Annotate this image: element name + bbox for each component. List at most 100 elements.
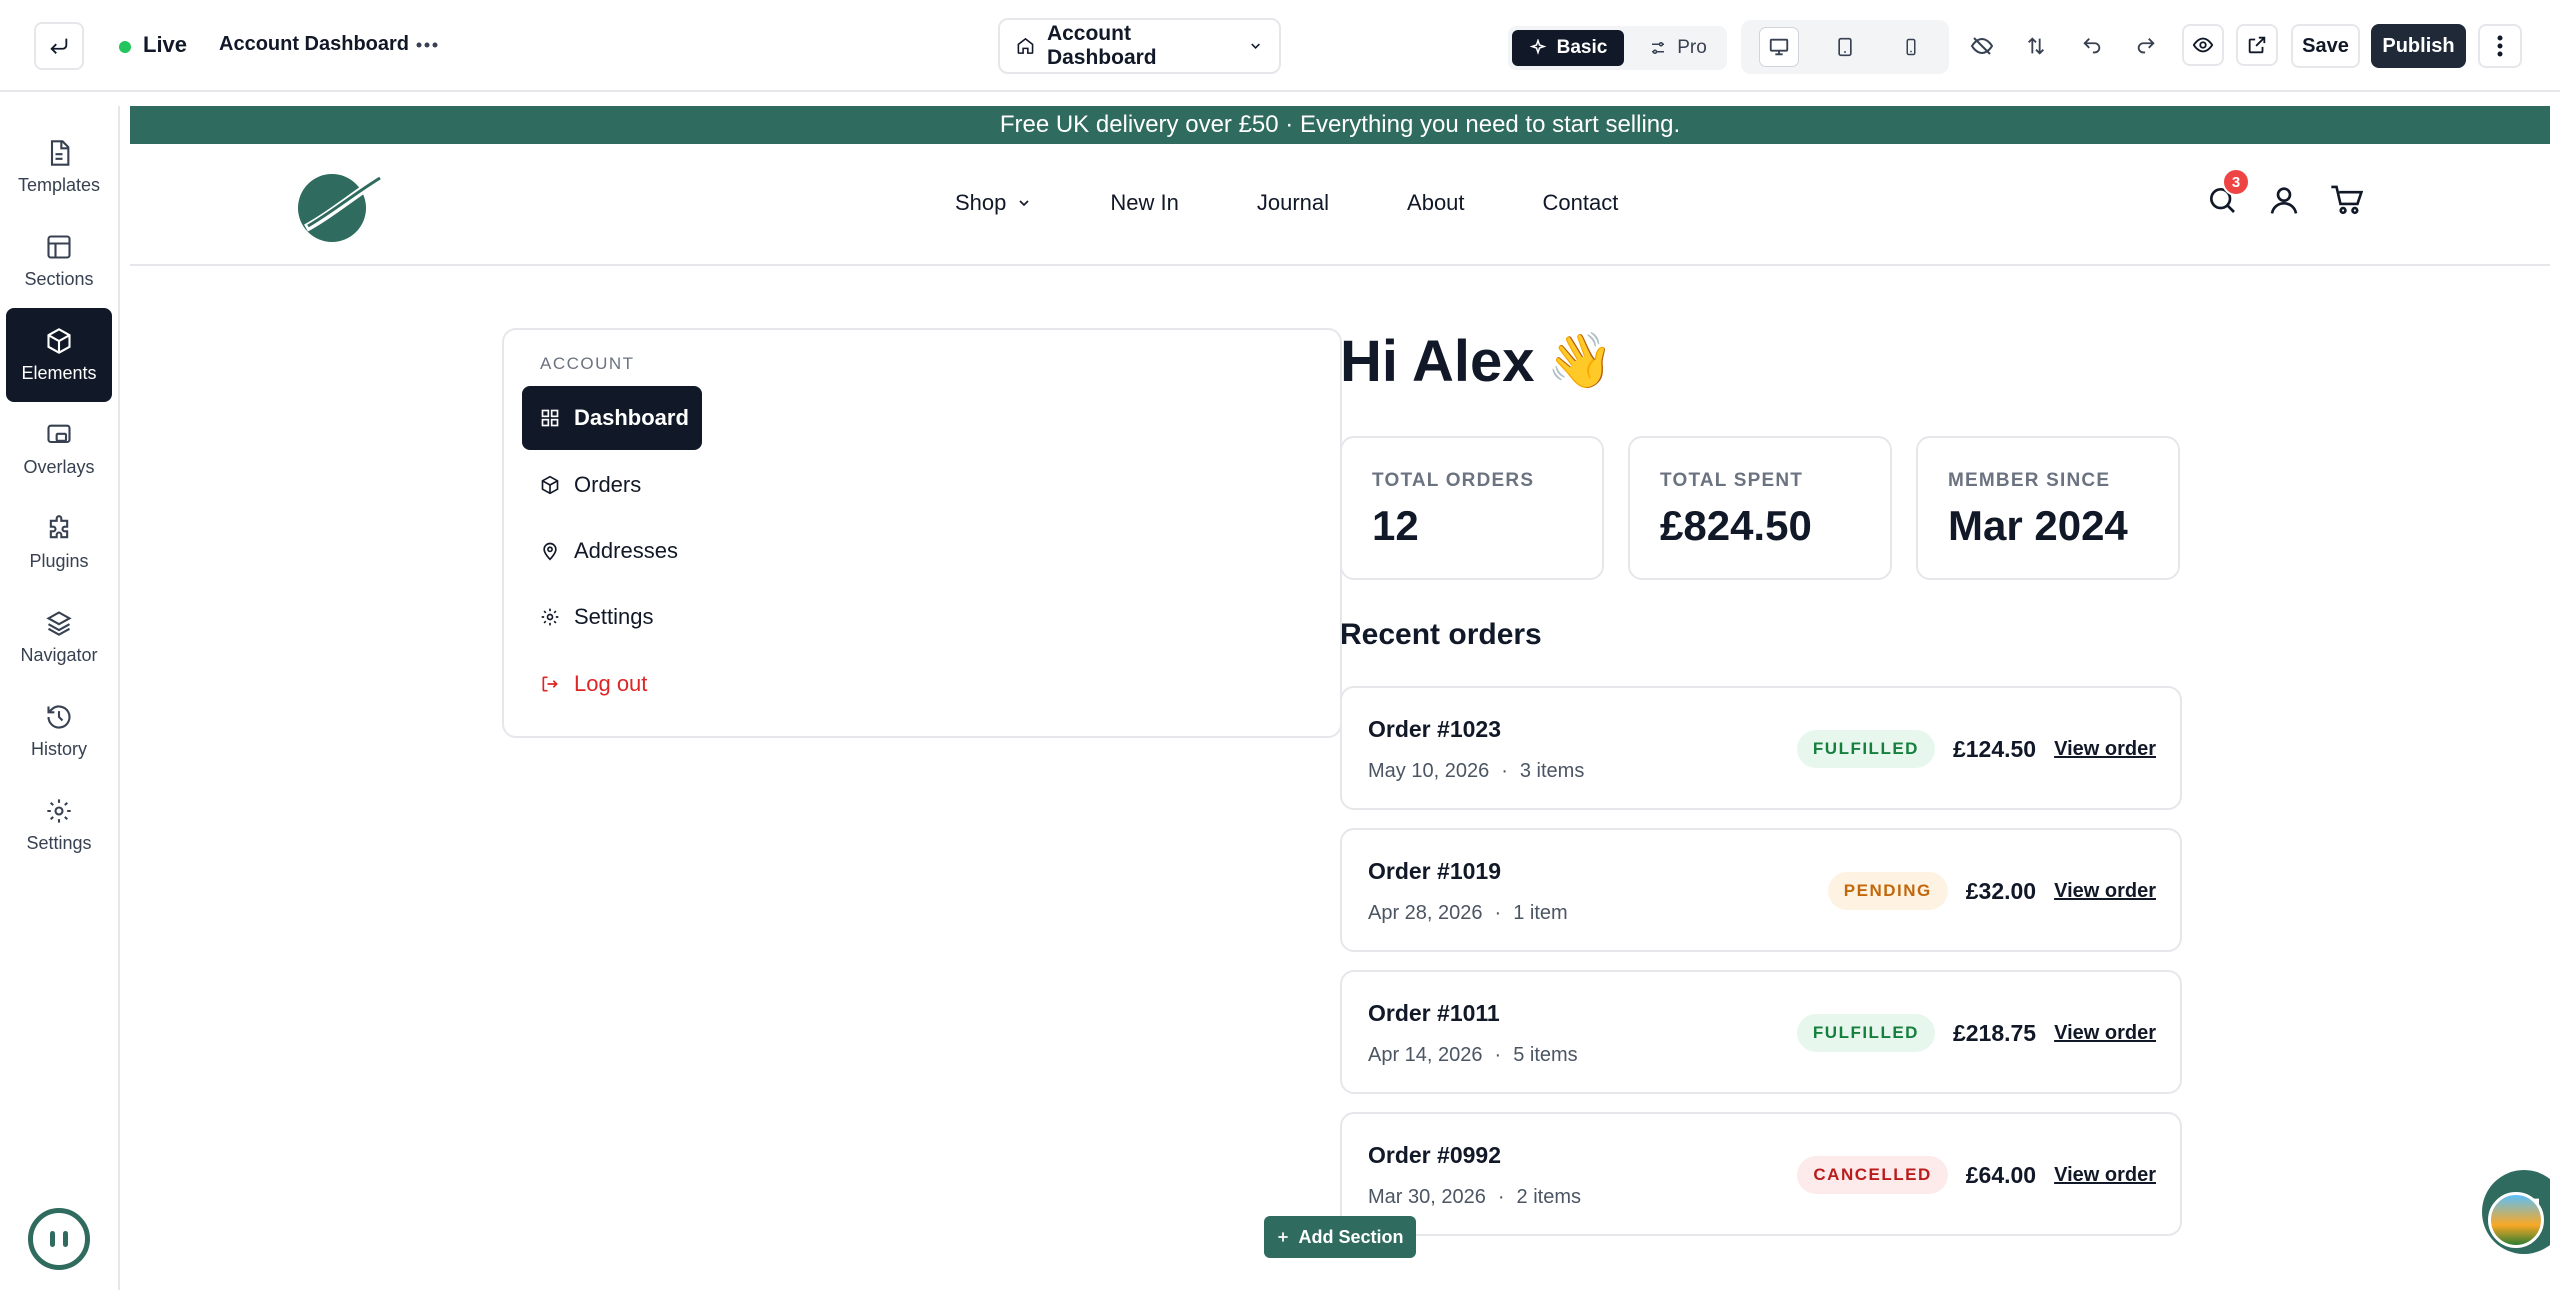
- view-order-link[interactable]: View order: [2054, 1164, 2156, 1187]
- greeting-text: Hi Alex: [1340, 329, 1535, 394]
- page-title: Account Dashboard: [219, 33, 410, 55]
- order-meta: Apr 28, 2026 · 1 item: [1368, 902, 1568, 924]
- mode-pro-button[interactable]: Pro: [1638, 30, 1718, 66]
- reorder-button[interactable]: [2018, 28, 2054, 64]
- order-items: 3 items: [1519, 760, 1585, 782]
- nav-item-journal[interactable]: Journal: [1257, 190, 1329, 216]
- sidebar-item-templates[interactable]: Templates: [6, 120, 112, 214]
- sidebar-item-settings[interactable]: Settings: [6, 778, 112, 872]
- account-nav-label: Dashboard: [574, 405, 689, 430]
- order-meta: Apr 14, 2026 · 5 items: [1368, 1044, 1578, 1066]
- sidebar-item-label: Plugins: [29, 550, 89, 571]
- sidebar-item-history[interactable]: History: [6, 684, 112, 778]
- editor-toolbar: Live Account Dashboard Account Dashboard…: [0, 0, 2560, 92]
- redo-button[interactable]: [2128, 28, 2164, 64]
- greeting-heading: Hi Alex 👋: [1340, 328, 1614, 395]
- user-icon[interactable]: [2268, 184, 2300, 216]
- account-nav-addresses[interactable]: Addresses: [522, 519, 702, 583]
- order-amount: £218.75: [1952, 1019, 2037, 1046]
- account-nav-label: Settings: [574, 604, 654, 629]
- sidebar-item-label: Sections: [24, 268, 94, 289]
- kebab-icon: [2497, 35, 2503, 57]
- order-meta: Mar 30, 2026 · 2 items: [1368, 1186, 1581, 1208]
- sidebar-item-plugins[interactable]: Plugins: [6, 496, 112, 590]
- status-badge: PENDING: [1827, 872, 1948, 910]
- account-nav-settings[interactable]: Settings: [522, 585, 702, 649]
- wave-emoji: 👋: [1546, 331, 1614, 391]
- sidebar-item-sections[interactable]: Sections: [6, 214, 112, 308]
- bot-face-icon: [50, 1231, 68, 1247]
- undo-button[interactable]: [2074, 28, 2110, 64]
- gear-icon: [47, 798, 71, 823]
- tablet-icon: [1838, 37, 1852, 57]
- editor-sidebar: Templates Sections Elements Overlays Plu…: [0, 106, 120, 1290]
- save-button[interactable]: Save: [2291, 24, 2360, 68]
- account-nav-label: Orders: [574, 472, 642, 497]
- view-order-link[interactable]: View order: [2054, 738, 2156, 761]
- recent-orders-heading: Recent orders: [1340, 618, 1542, 651]
- live-status-label: Live: [143, 32, 188, 57]
- stat-label: MEMBER SINCE: [1948, 470, 2111, 491]
- sidebar-item-navigator[interactable]: Navigator: [6, 590, 112, 684]
- desktop-view-button[interactable]: [1759, 27, 1799, 67]
- home-icon: [1017, 37, 1034, 54]
- nav-item-new-in[interactable]: New In: [1110, 190, 1178, 216]
- account-nav-logout[interactable]: Log out: [522, 652, 702, 716]
- leaf-logo-icon: [298, 174, 383, 242]
- view-order-link[interactable]: View order: [2054, 880, 2156, 903]
- mobile-view-button[interactable]: [1891, 27, 1931, 67]
- preview-button[interactable]: [2182, 24, 2224, 66]
- mode-pro-label: Pro: [1677, 37, 1707, 58]
- account-nav-dashboard[interactable]: Dashboard: [522, 386, 702, 450]
- add-section-button[interactable]: Add Section: [1264, 1216, 1416, 1258]
- order-row: Order #0992 Mar 30, 2026 · 2 items CANCELL…: [1340, 1112, 2182, 1236]
- package-icon: [541, 475, 559, 495]
- cart-icon[interactable]: [2330, 184, 2364, 216]
- nav-label: Journal: [1256, 190, 1330, 215]
- editor-canvas: Free UK delivery over £50 · Everything y…: [130, 106, 2550, 1290]
- undo-icon: [2083, 38, 2101, 54]
- order-date: May 10, 2026: [1368, 760, 1490, 782]
- eye-off-icon: [1970, 37, 1994, 55]
- nav-item-shop[interactable]: Shop: [955, 190, 1032, 216]
- nav-item-contact[interactable]: Contact: [1543, 190, 1619, 216]
- sidebar-item-overlays[interactable]: Overlays: [6, 402, 112, 496]
- stat-value: Mar 2024: [1948, 502, 2128, 549]
- more-options-button[interactable]: [412, 30, 442, 60]
- stat-label: TOTAL SPENT: [1660, 470, 1804, 491]
- order-date: Apr 28, 2026: [1368, 902, 1483, 924]
- grid-icon: [541, 409, 559, 427]
- order-row: Order #1019 Apr 28, 2026 · 1 item PENDING …: [1340, 828, 2182, 952]
- mode-basic-button[interactable]: Basic: [1512, 30, 1624, 66]
- sidebar-item-elements[interactable]: Elements: [6, 308, 112, 402]
- sidebar-item-label: Settings: [26, 832, 92, 853]
- page-selector[interactable]: Account Dashboard: [998, 18, 1281, 74]
- order-meta: May 10, 2026 · 3 items: [1368, 760, 1585, 782]
- sidebar-item-label: Overlays: [23, 456, 95, 477]
- menu-button[interactable]: [2478, 24, 2522, 68]
- assistant-button[interactable]: [28, 1208, 90, 1270]
- monitor-icon: [1769, 38, 1789, 56]
- order-id: Order #1019: [1368, 858, 1501, 884]
- announcement-bar: Free UK delivery over £50 · Everything y…: [130, 106, 2550, 144]
- order-id: Order #0992: [1368, 1142, 1501, 1168]
- publish-button[interactable]: Publish: [2371, 24, 2466, 68]
- nav-item-about[interactable]: About: [1407, 190, 1465, 216]
- view-order-link[interactable]: View order: [2054, 1022, 2156, 1045]
- status-badge: FULFILLED: [1796, 730, 1935, 768]
- open-external-button[interactable]: [2236, 24, 2278, 66]
- tablet-view-button[interactable]: [1825, 27, 1865, 67]
- chevron-down-icon: [1019, 200, 1029, 207]
- site-logo[interactable]: [288, 166, 384, 244]
- avatar[interactable]: [2488, 1192, 2544, 1248]
- layers-icon: [46, 610, 72, 636]
- stat-value: £824.50: [1660, 502, 1812, 549]
- hide-elements-button[interactable]: [1964, 28, 2000, 64]
- stat-card-member-since: MEMBER SINCE Mar 2024: [1916, 436, 2180, 580]
- exit-button[interactable]: [34, 22, 84, 70]
- sparkle-icon: [1529, 39, 1547, 55]
- account-nav-orders[interactable]: Orders: [522, 453, 702, 517]
- nav-label: About: [1407, 190, 1465, 215]
- order-amount: £64.00: [1965, 1161, 2037, 1188]
- order-date: Apr 14, 2026: [1368, 1044, 1483, 1066]
